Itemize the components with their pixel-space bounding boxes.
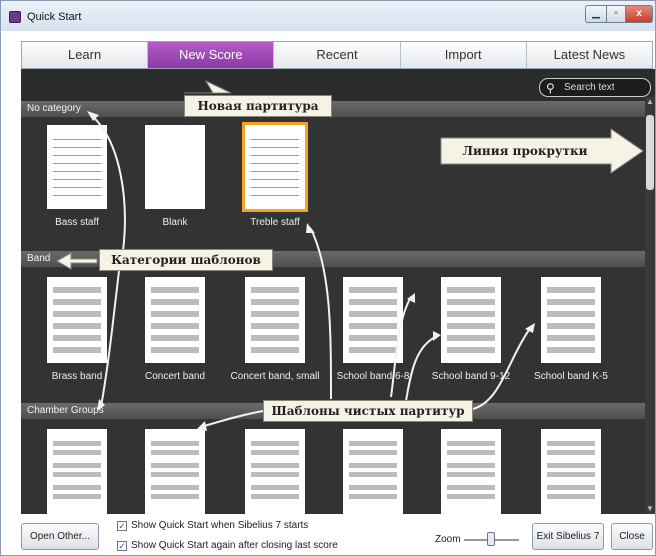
exit-sibelius-button[interactable]: Exit Sibelius 7	[532, 523, 604, 550]
template-school-band-6-8[interactable]: School band 6-8	[323, 277, 423, 382]
category-band: Brass band Concert band Concert band, sm…	[21, 267, 645, 403]
template-thumbnail	[343, 429, 403, 514]
quick-start-tabs: Learn New Score Recent Import Latest New…	[21, 41, 653, 69]
template-school-band-9-12[interactable]: School band 9-12	[421, 277, 521, 382]
tab-learn[interactable]: Learn	[22, 42, 149, 68]
template-brass-band[interactable]: Brass band	[27, 277, 127, 382]
template-thumbnail	[343, 277, 403, 363]
search-input[interactable]: ⚲ Search text	[539, 78, 651, 97]
template-label: Brass band	[51, 371, 103, 382]
show-after-close-label: Show Quick Start again after closing las…	[131, 540, 338, 551]
callout-template-categories: Категории шаблонов	[99, 249, 273, 271]
checkbox-checked-icon: ✓	[117, 540, 127, 551]
template-chamber-5[interactable]	[421, 429, 521, 514]
template-concert-band-small[interactable]: Concert band, small	[225, 277, 325, 382]
template-label: School band 6-8	[336, 371, 410, 382]
template-thumbnail	[245, 277, 305, 363]
template-blank[interactable]: Blank	[125, 125, 225, 228]
template-thumbnail	[245, 429, 305, 514]
template-chamber-2[interactable]	[125, 429, 225, 514]
template-treble-staff[interactable]: Treble staff	[225, 122, 325, 228]
template-label: School band K-5	[534, 371, 608, 382]
scrollbar-thumb[interactable]	[646, 115, 654, 190]
scroll-up-arrow-icon[interactable]: ▲	[645, 97, 655, 107]
checkbox-checked-icon: ✓	[117, 520, 127, 531]
template-thumbnail	[145, 125, 205, 209]
category-chamber-groups	[21, 419, 645, 514]
template-thumbnail	[145, 277, 205, 363]
template-thumbnail	[541, 277, 601, 363]
template-thumbnail	[47, 429, 107, 514]
template-thumbnail-selected	[242, 122, 308, 212]
template-label: Blank	[162, 217, 188, 228]
scroll-down-arrow-icon[interactable]: ▼	[645, 504, 655, 514]
template-thumbnail	[47, 125, 107, 209]
open-other-button[interactable]: Open Other...	[21, 523, 99, 550]
minimize-button[interactable]: ▁	[585, 5, 607, 23]
template-chamber-4[interactable]	[323, 429, 423, 514]
template-thumbnail	[541, 429, 601, 514]
template-label: Concert band, small	[230, 371, 320, 382]
template-label: Treble staff	[250, 217, 300, 228]
tab-import[interactable]: Import	[401, 42, 527, 68]
template-chamber-6[interactable]	[521, 429, 621, 514]
template-chamber-3[interactable]	[225, 429, 325, 514]
show-after-close-checkbox[interactable]: ✓ Show Quick Start again after closing l…	[117, 540, 338, 551]
category-no-category: Bass staff Blank Treble staff	[21, 117, 645, 251]
callout-scroll-line: Линия прокрутки	[462, 144, 588, 158]
quick-start-window: Quick Start ▁ ▫ x Learn New Score Recent…	[0, 0, 656, 556]
callout-blank-templates: Шаблоны чистых партитур	[263, 400, 473, 422]
show-on-start-checkbox[interactable]: ✓ Show Quick Start when Sibelius 7 start…	[117, 520, 308, 531]
template-thumbnail	[145, 429, 205, 514]
template-label: Concert band	[144, 371, 206, 382]
template-thumbnail	[441, 277, 501, 363]
close-button[interactable]: Close	[611, 523, 653, 550]
close-window-button[interactable]: x	[625, 5, 653, 23]
template-chamber-1[interactable]	[27, 429, 127, 514]
template-school-band-k-5[interactable]: School band K-5	[521, 277, 621, 382]
title-bar: Quick Start ▁ ▫ x	[1, 1, 655, 31]
template-label: Bass staff	[55, 217, 99, 228]
template-concert-band[interactable]: Concert band	[125, 277, 225, 382]
tab-latest-news[interactable]: Latest News	[527, 42, 652, 68]
window-title: Quick Start	[27, 11, 82, 23]
sibelius-app-icon	[9, 11, 21, 23]
template-bass-staff[interactable]: Bass staff	[27, 125, 127, 228]
template-thumbnail	[441, 429, 501, 514]
template-label: School band 9-12	[431, 371, 511, 382]
tab-recent[interactable]: Recent	[274, 42, 401, 68]
tab-new-score[interactable]: New Score	[148, 42, 275, 68]
template-gallery: ⚲ Search text No category Bass staff Bla…	[21, 69, 655, 514]
search-placeholder: Search text	[564, 82, 615, 93]
zoom-label: Zoom	[435, 534, 461, 545]
category-header-no-category: No category	[21, 101, 645, 117]
template-thumbnail	[47, 277, 107, 363]
maximize-button[interactable]: ▫	[606, 5, 626, 23]
zoom-slider-handle[interactable]	[487, 532, 495, 546]
vertical-scrollbar[interactable]: ▲ ▼	[645, 97, 655, 514]
callout-new-score: Новая партитура	[184, 95, 332, 117]
show-on-start-label: Show Quick Start when Sibelius 7 starts	[131, 520, 309, 531]
search-icon: ⚲	[546, 81, 555, 95]
